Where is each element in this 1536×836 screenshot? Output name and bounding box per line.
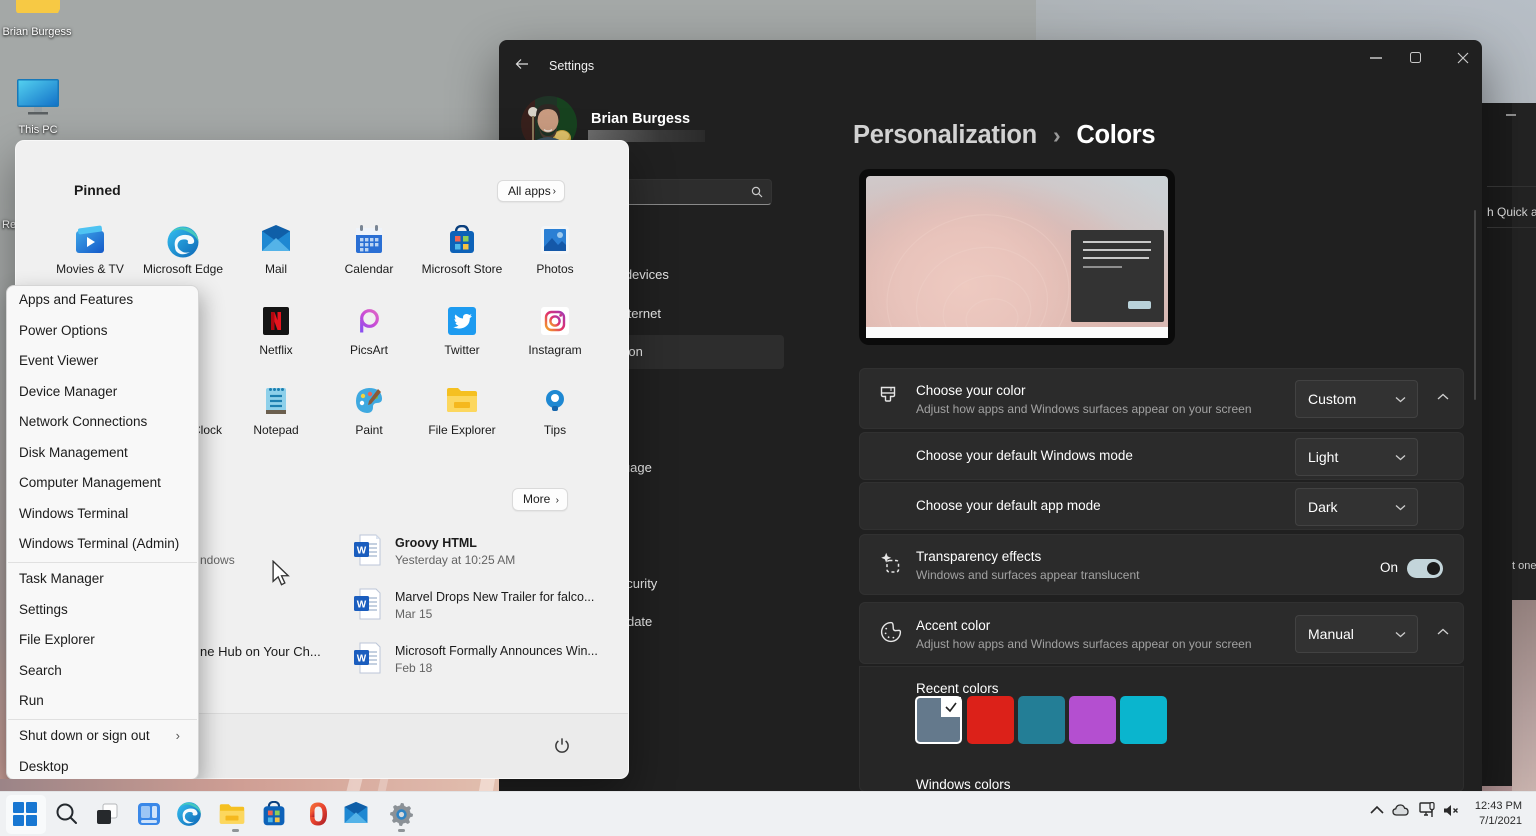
- svg-text:W: W: [357, 546, 367, 557]
- svg-text:W: W: [357, 654, 367, 665]
- svg-text:W: W: [357, 600, 367, 611]
